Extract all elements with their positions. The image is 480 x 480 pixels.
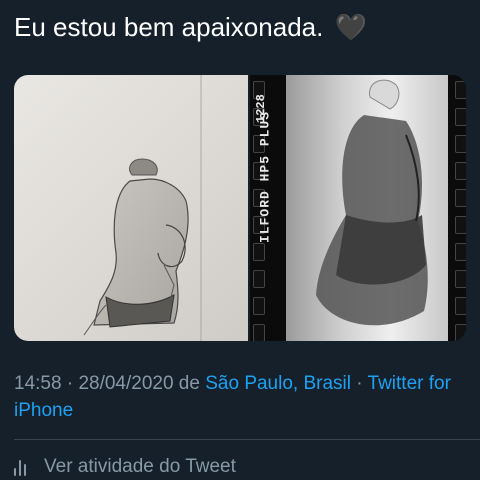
photo-figure [316,79,428,326]
meta-separator: · [350,373,368,394]
film-photo-frame [286,75,448,341]
black-heart-emoji: 🖤 [334,12,367,42]
pencil-sketch-drawing [83,158,189,336]
film-sprockets-right [455,81,466,341]
media-gallery[interactable]: 1228 ILFORD HP5 PLUS [14,75,466,341]
meta-separator: · [61,373,79,394]
tweet-text: Eu estou bem apaixonada. 🖤 [14,10,464,44]
view-activity-button[interactable]: Ver atividade do Tweet [14,455,236,479]
view-activity-label: Ver atividade do Tweet [44,456,236,477]
tweet-time: 14:58 [14,373,62,394]
film-brand-label: ILFORD HP5 PLUS [257,111,273,244]
media-photo-sketch[interactable] [14,75,248,341]
media-photo-film[interactable]: 1228 ILFORD HP5 PLUS [248,75,466,341]
tweet-date: 28/04/2020 [78,373,174,394]
divider [14,439,480,440]
paper-fold-line [200,75,202,341]
tweet-metadata: 14:58 · 28/04/2020 de São Paulo, Brasil … [14,370,474,424]
analytics-bars-icon [14,458,36,476]
location-link[interactable]: São Paulo, Brasil [205,373,351,394]
meta-from-word: de [173,373,206,394]
tweet-body: Eu estou bem apaixonada. [14,12,324,42]
